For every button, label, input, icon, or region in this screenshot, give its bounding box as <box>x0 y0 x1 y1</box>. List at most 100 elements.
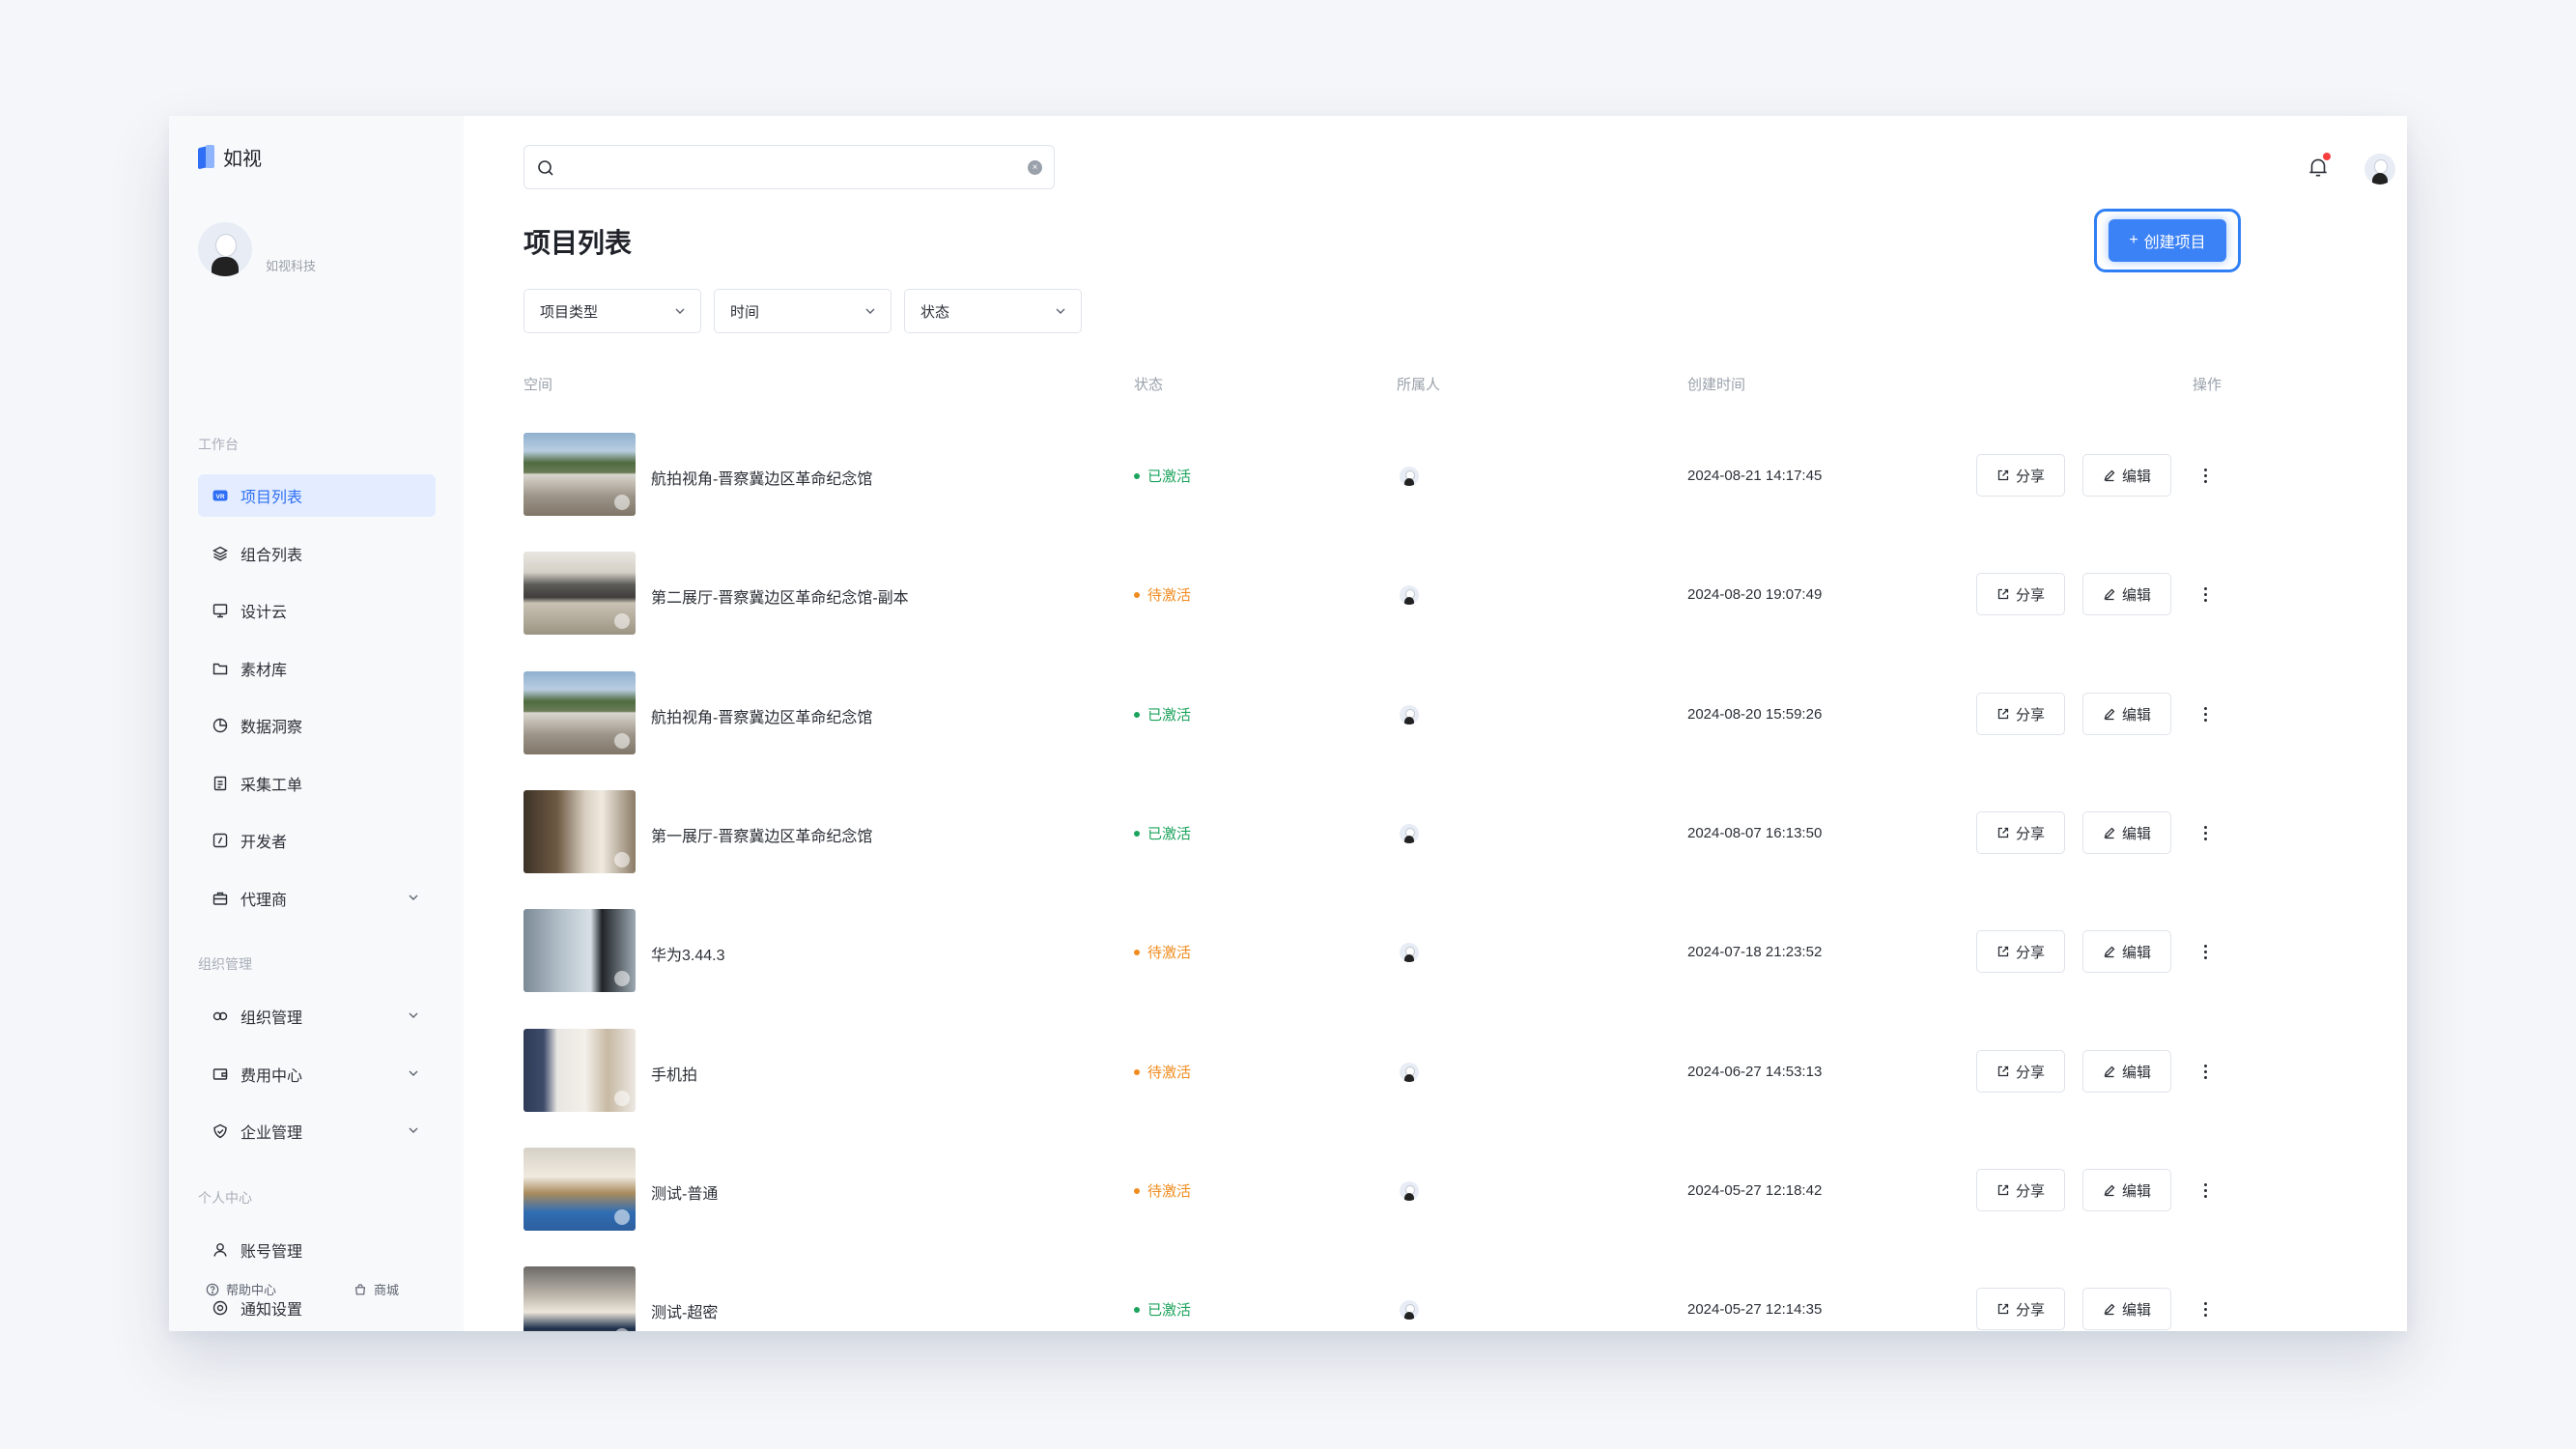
app-logo[interactable]: 如视 <box>198 143 262 171</box>
help-center-link[interactable]: 帮助中心 <box>206 1280 276 1298</box>
store-link[interactable]: 商城 <box>354 1280 399 1298</box>
table-row[interactable]: 测试-超密 已激活 2024-05-27 12:14:35 分享 编辑 <box>524 1266 2243 1331</box>
share-button[interactable]: 分享 <box>1976 930 2065 973</box>
sidebar-item-briefcase[interactable]: 代理商 <box>198 877 436 920</box>
create-project-button[interactable]: + 创建项目 <box>2109 219 2226 262</box>
notification-button[interactable] <box>2306 153 2331 180</box>
panorama-badge-icon <box>614 971 630 986</box>
share-button[interactable]: 分享 <box>1976 1050 2065 1093</box>
table-row[interactable]: 航拍视角-晋察冀边区革命纪念馆 已激活 2024-08-20 15:59:26 分享 编… <box>524 671 2243 758</box>
chevron-down-icon <box>863 304 877 318</box>
more-icon[interactable] <box>2198 819 2212 846</box>
edit-label: 编辑 <box>2121 468 2151 485</box>
share-button[interactable]: 分享 <box>1976 454 2065 497</box>
sidebar-item-organization[interactable]: 组织管理 <box>198 995 436 1037</box>
owner-avatar <box>1400 585 1419 605</box>
more-icon[interactable] <box>2198 1295 2212 1322</box>
project-name[interactable]: 航拍视角-晋察冀边区革命纪念馆 <box>651 704 872 727</box>
sidebar-item-label: 数据洞察 <box>241 720 303 736</box>
more-icon[interactable] <box>2198 462 2212 489</box>
share-button[interactable]: 分享 <box>1976 1169 2065 1211</box>
filter-select[interactable]: 状态 <box>904 289 1082 333</box>
project-name[interactable]: 第一展厅-晋察冀边区革命纪念馆 <box>651 823 872 846</box>
table-row[interactable]: 第二展厅-晋察冀边区革命纪念馆-副本 待激活 2024-08-20 19:07:49… <box>524 552 2243 639</box>
filter-select[interactable]: 项目类型 <box>524 289 701 333</box>
project-thumbnail[interactable] <box>524 1266 636 1331</box>
project-thumbnail[interactable] <box>524 909 636 992</box>
profile[interactable]: 如视科技 <box>198 222 316 276</box>
share-icon <box>1997 1065 2009 1077</box>
page-title: 项目列表 <box>524 228 633 258</box>
sidebar-item-wallet[interactable]: 费用中心 <box>198 1053 436 1095</box>
sidebar-item-shield[interactable]: 企业管理 <box>198 1110 436 1152</box>
edit-label: 编辑 <box>2121 944 2151 961</box>
edit-button[interactable]: 编辑 <box>2082 930 2171 973</box>
column-header-status: 状态 <box>1134 377 1164 393</box>
filter-label: 时间 <box>730 303 760 321</box>
share-icon <box>1997 708 2009 720</box>
project-name[interactable]: 手机拍 <box>651 1062 697 1085</box>
clear-search-icon[interactable]: × <box>1028 160 1042 175</box>
share-button[interactable]: 分享 <box>1976 811 2065 854</box>
app-window: 如视 如视科技 工作台 VR 项目列表 组合列表 设计云 素材库 数据洞察 采集工单 开发者 代理… <box>169 116 2407 1331</box>
project-thumbnail[interactable] <box>524 433 636 516</box>
share-button[interactable]: 分享 <box>1976 1288 2065 1330</box>
search-input[interactable] <box>565 154 1000 181</box>
table-row[interactable]: 航拍视角-晋察冀边区革命纪念馆 已激活 2024-08-21 14:17:45 分享 编… <box>524 433 2243 520</box>
chevron-down-icon <box>407 1123 420 1137</box>
project-thumbnail[interactable] <box>524 671 636 754</box>
user-icon <box>212 1241 229 1259</box>
status-dot <box>1134 591 1140 598</box>
clipboard-icon <box>212 775 229 792</box>
edit-button[interactable]: 编辑 <box>2082 1050 2171 1093</box>
project-name[interactable]: 华为3.44.3 <box>651 942 725 965</box>
status-badge: 待激活 <box>1134 1062 1191 1082</box>
status-dot <box>1134 949 1140 955</box>
sidebar-item-clipboard[interactable]: 采集工单 <box>198 762 436 805</box>
chevron-down-icon <box>1054 304 1067 318</box>
panorama-badge-icon <box>614 852 630 867</box>
help-icon <box>206 1283 219 1295</box>
filter-select[interactable]: 时间 <box>714 289 892 333</box>
more-icon[interactable] <box>2198 1058 2212 1085</box>
share-button[interactable]: 分享 <box>1976 693 2065 735</box>
project-thumbnail[interactable] <box>524 1148 636 1231</box>
share-label: 分享 <box>2015 944 2045 961</box>
sidebar-item-code[interactable]: 开发者 <box>198 819 436 862</box>
table-row[interactable]: 测试-普通 待激活 2024-05-27 12:18:42 分享 编辑 <box>524 1148 2243 1235</box>
table-row[interactable]: 第一展厅-晋察冀边区革命纪念馆 已激活 2024-08-07 16:13:50 分享 编… <box>524 790 2243 877</box>
edit-button[interactable]: 编辑 <box>2082 811 2171 854</box>
share-button[interactable]: 分享 <box>1976 573 2065 615</box>
edit-button[interactable]: 编辑 <box>2082 693 2171 735</box>
column-header-space: 空间 <box>524 377 553 393</box>
project-thumbnail[interactable] <box>524 552 636 635</box>
sidebar-item-user[interactable]: 账号管理 <box>198 1229 436 1271</box>
more-icon[interactable] <box>2198 938 2212 965</box>
more-icon[interactable] <box>2198 700 2212 727</box>
project-name[interactable]: 测试-普通 <box>651 1180 718 1204</box>
edit-button[interactable]: 编辑 <box>2082 454 2171 497</box>
user-avatar[interactable] <box>2364 154 2395 185</box>
edit-icon <box>2104 827 2115 839</box>
edit-icon <box>2104 1065 2115 1078</box>
project-name[interactable]: 第二展厅-晋察冀边区革命纪念馆-副本 <box>651 584 909 608</box>
edit-button[interactable]: 编辑 <box>2082 1288 2171 1330</box>
project-name[interactable]: 航拍视角-晋察冀边区革命纪念馆 <box>651 466 872 489</box>
sidebar-item-vr[interactable]: VR 项目列表 <box>198 474 436 517</box>
sidebar-item-monitor[interactable]: 设计云 <box>198 589 436 632</box>
edit-button[interactable]: 编辑 <box>2082 1169 2171 1211</box>
more-icon[interactable] <box>2198 1177 2212 1204</box>
edit-button[interactable]: 编辑 <box>2082 573 2171 615</box>
organization-icon <box>212 1008 229 1025</box>
table-row[interactable]: 手机拍 待激活 2024-06-27 14:53:13 分享 编辑 <box>524 1029 2243 1116</box>
project-thumbnail[interactable] <box>524 1029 636 1112</box>
table-row[interactable]: 华为3.44.3 待激活 2024-07-18 21:23:52 分享 编辑 <box>524 909 2243 996</box>
filter-label: 项目类型 <box>540 303 599 321</box>
more-icon[interactable] <box>2198 581 2212 608</box>
sidebar-item-layers[interactable]: 组合列表 <box>198 532 436 575</box>
created-time: 2024-05-27 12:14:35 <box>1687 1301 1823 1318</box>
project-name[interactable]: 测试-超密 <box>651 1299 718 1322</box>
project-thumbnail[interactable] <box>524 790 636 873</box>
sidebar-item-folder[interactable]: 素材库 <box>198 647 436 690</box>
sidebar-item-pie-chart[interactable]: 数据洞察 <box>198 704 436 747</box>
